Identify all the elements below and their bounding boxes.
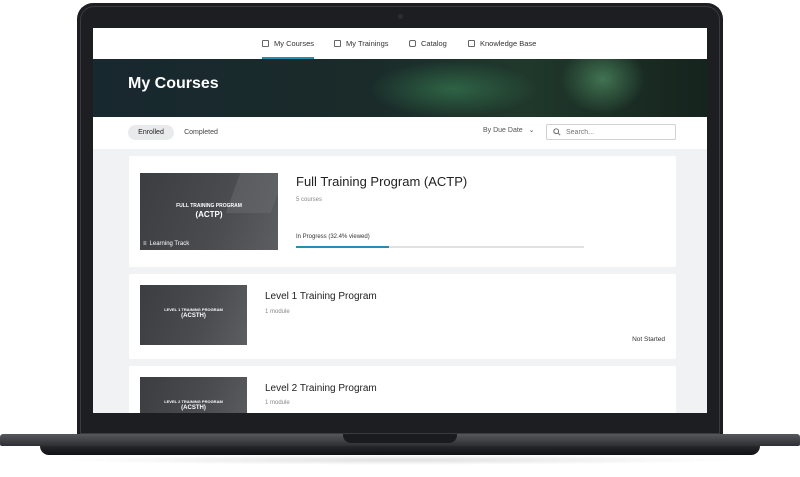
course-title[interactable]: Level 1 Training Program bbox=[265, 291, 377, 302]
thumb-line-1: FULL TRAINING PROGRAM bbox=[176, 203, 242, 209]
status-label: Not Started bbox=[632, 336, 665, 343]
document-icon bbox=[468, 40, 475, 47]
learning-track-badge: ≡ Learning Track bbox=[143, 241, 189, 247]
screen: My Courses My Trainings Catalog Knowledg… bbox=[93, 28, 707, 413]
nav-label: My Courses bbox=[274, 39, 315, 48]
nav-my-courses[interactable]: My Courses bbox=[262, 28, 315, 59]
progress-label: In Progress (32.4% viewed) bbox=[296, 234, 370, 240]
search-icon bbox=[553, 128, 561, 136]
course-subtitle: 1 module bbox=[265, 309, 290, 315]
book-icon bbox=[262, 40, 269, 47]
tab-enrolled[interactable]: Enrolled bbox=[128, 125, 174, 140]
thumb-line-2: (ACSTH) bbox=[181, 313, 206, 319]
progress-bar bbox=[296, 246, 584, 248]
laptop-notch bbox=[343, 434, 457, 443]
stack-icon: ≡ bbox=[143, 241, 147, 247]
course-card[interactable]: LEVEL 2 TRAINING PROGRAM (ACSTH) Level 2… bbox=[129, 366, 676, 413]
course-thumbnail: LEVEL 1 TRAINING PROGRAM (ACSTH) bbox=[140, 285, 247, 345]
nav-knowledge-base[interactable]: Knowledge Base bbox=[468, 28, 536, 59]
thumb-line-1: LEVEL 2 TRAINING PROGRAM bbox=[164, 399, 223, 404]
calendar-icon bbox=[334, 40, 341, 47]
course-thumbnail: FULL TRAINING PROGRAM (ACTP) ≡ Learning … bbox=[140, 173, 278, 250]
course-title[interactable]: Full Training Program (ACTP) bbox=[296, 174, 467, 189]
bag-icon bbox=[409, 40, 416, 47]
search-box[interactable] bbox=[546, 124, 676, 140]
camera-icon bbox=[398, 14, 403, 19]
tab-completed[interactable]: Completed bbox=[179, 125, 223, 140]
badge-label: Learning Track bbox=[149, 241, 190, 247]
nav-label: Knowledge Base bbox=[480, 39, 537, 48]
course-thumbnail: LEVEL 2 TRAINING PROGRAM (ACSTH) bbox=[140, 377, 247, 413]
thumb-line-2: (ACSTH) bbox=[181, 405, 206, 411]
search-input[interactable] bbox=[566, 128, 666, 136]
nav-my-trainings[interactable]: My Trainings bbox=[334, 28, 389, 59]
progress-fill bbox=[296, 246, 390, 248]
course-subtitle: 5 courses bbox=[296, 197, 323, 203]
nav-label: My Trainings bbox=[346, 39, 389, 48]
thumb-line-1: LEVEL 1 TRAINING PROGRAM bbox=[164, 307, 223, 312]
laptop-shadow bbox=[60, 455, 740, 465]
sort-label: By Due Date bbox=[483, 127, 523, 134]
course-title[interactable]: Level 2 Training Program bbox=[265, 383, 377, 394]
filter-toolbar: Enrolled Completed By Due Date ⌄ bbox=[93, 117, 707, 149]
course-subtitle: 1 module bbox=[265, 400, 290, 406]
thumb-line-2: (ACTP) bbox=[195, 210, 223, 219]
page-title: My Courses bbox=[128, 75, 219, 92]
laptop-base-lip bbox=[40, 446, 760, 455]
nav-label: Catalog bbox=[421, 39, 447, 48]
chevron-down-icon: ⌄ bbox=[528, 127, 535, 134]
course-card[interactable]: FULL TRAINING PROGRAM (ACTP) ≡ Learning … bbox=[129, 156, 676, 267]
top-nav: My Courses My Trainings Catalog Knowledg… bbox=[93, 28, 707, 59]
nav-catalog[interactable]: Catalog bbox=[409, 28, 447, 59]
hero-banner: My Courses bbox=[93, 59, 707, 117]
course-card[interactable]: LEVEL 1 TRAINING PROGRAM (ACSTH) Level 1… bbox=[129, 274, 676, 359]
sort-dropdown[interactable]: By Due Date ⌄ bbox=[483, 126, 535, 134]
